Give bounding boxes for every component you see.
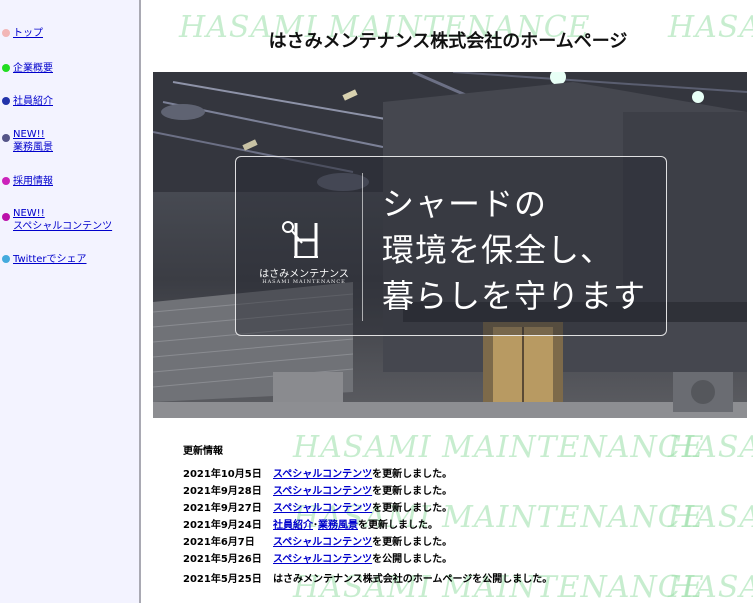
news-date: 2021年9月24日 [183, 520, 262, 531]
bullet-dot-icon [2, 177, 10, 185]
card-divider [362, 173, 363, 321]
sidebar-item-top[interactable]: トップ [0, 27, 139, 40]
bullet-dot-icon [2, 255, 10, 263]
sidebar-link-staff[interactable]: 社員紹介 [13, 95, 53, 108]
bullet-dot-icon [2, 29, 10, 37]
news-text: を公開しました。 [372, 554, 453, 565]
sidebar-item-staff[interactable]: 社員紹介 [0, 95, 139, 108]
scissors-h-logo-icon [282, 221, 318, 258]
sidebar-link-company[interactable]: 企業概要 [13, 62, 53, 75]
news-text: を更新しました。 [358, 520, 438, 531]
slogan-line-3: 暮らしを守ります [382, 277, 647, 315]
news-item: 2021年9月24日 社員紹介 ･ 業務風景 を更新しました。 [183, 516, 438, 531]
sidebar-nav: トップ 企業概要 社員紹介 NEW!! 業務風景 採用情報 NEW!! スペシャルコ… [0, 0, 141, 603]
news-text: を更新しました。 [372, 469, 453, 480]
hero-slogan: シャードの 環境を保全し、 暮らしを守ります [382, 181, 646, 319]
slogan-line-1: シャードの [382, 185, 548, 223]
watermark-text: HASAMI MAINTENANCE [293, 430, 705, 465]
logo-romaji: HASAMI MAINTENANCE [262, 279, 346, 285]
news-item: 2021年5月26日 スペシャルコンテンツ を公開しました。 [183, 550, 452, 565]
news-item: 2021年9月27日 スペシャルコンテンツ を更新しました。 [183, 499, 452, 514]
watermark-text: HASAMI MAINTENANCE [668, 430, 753, 465]
watermark-text: HASAMI MAINTENANCE [668, 570, 753, 603]
news-text: はさみメンテナンス株式会社のホームページを公開しました。 [273, 574, 553, 585]
watermark-text: HASAMI MAINTENANCE [668, 500, 753, 535]
news-date: 2021年5月25日 [183, 574, 262, 585]
news-date: 2021年10月5日 [183, 469, 262, 480]
sidebar-link-work[interactable]: NEW!! 業務風景 [13, 128, 53, 154]
news-date: 2021年9月27日 [183, 503, 262, 514]
news-item: 2021年10月5日 スペシャルコンテンツ を更新しました。 [183, 465, 452, 480]
news-date: 2021年9月28日 [183, 486, 262, 497]
hero-banner-image: はさみメンテナンス HASAMI MAINTENANCE シャードの 環境を保全… [153, 72, 747, 418]
bullet-dot-icon [2, 64, 10, 72]
news-date: 2021年5月26日 [183, 554, 262, 565]
sidebar-item-recruit[interactable]: 採用情報 [0, 175, 139, 188]
main-content: HASAMI MAINTENANCE HASAMI MAINTENANCE HA… [143, 0, 753, 603]
page-title: はさみメンテナンス株式会社のホームページ [268, 31, 628, 52]
news-item: 2021年9月28日 スペシャルコンテンツ を更新しました。 [183, 482, 452, 497]
sidebar-link-top[interactable]: トップ [13, 27, 43, 40]
company-logo: はさみメンテナンス HASAMI MAINTENANCE [254, 213, 354, 285]
news-link-special[interactable]: スペシャルコンテンツ [273, 482, 372, 497]
news-item: 2021年5月25日 はさみメンテナンス株式会社のホームページを公開しました。 [183, 570, 552, 585]
news-text: を更新しました。 [372, 537, 453, 548]
news-link-special[interactable]: スペシャルコンテンツ [273, 533, 372, 548]
sidebar-link-recruit[interactable]: 採用情報 [13, 175, 53, 188]
news-link-special[interactable]: スペシャルコンテンツ [273, 465, 372, 480]
news-heading: 更新情報 [183, 446, 223, 457]
news-link-special[interactable]: スペシャルコンテンツ [273, 550, 372, 565]
news-item: 2021年6月7日 スペシャルコンテンツ を更新しました。 [183, 533, 452, 548]
news-text: を更新しました。 [372, 503, 453, 514]
bullet-dot-icon [2, 134, 10, 142]
logo-company-name: はさみメンテナンス [259, 269, 349, 280]
sidebar-item-special[interactable]: NEW!! スペシャルコンテンツ [0, 207, 139, 233]
news-date: 2021年6月7日 [183, 537, 255, 548]
sidebar-item-company[interactable]: 企業概要 [0, 62, 139, 75]
news-link-staff[interactable]: 社員紹介 [273, 516, 313, 531]
sidebar-item-twitter[interactable]: Twitterでシェア [0, 253, 139, 266]
news-text: を更新しました。 [372, 486, 453, 497]
sidebar-link-special[interactable]: NEW!! スペシャルコンテンツ [13, 207, 112, 233]
bullet-dot-icon [2, 213, 10, 221]
sidebar-item-work[interactable]: NEW!! 業務風景 [0, 128, 139, 154]
sidebar-link-twitter[interactable]: Twitterでシェア [13, 253, 87, 266]
bullet-dot-icon [2, 97, 10, 105]
slogan-line-2: 環境を保全し、 [382, 231, 614, 269]
news-link-special[interactable]: スペシャルコンテンツ [273, 499, 372, 514]
news-link-work[interactable]: 業務風景 [318, 516, 358, 531]
hero-message-card: はさみメンテナンス HASAMI MAINTENANCE シャードの 環境を保全… [235, 156, 667, 336]
